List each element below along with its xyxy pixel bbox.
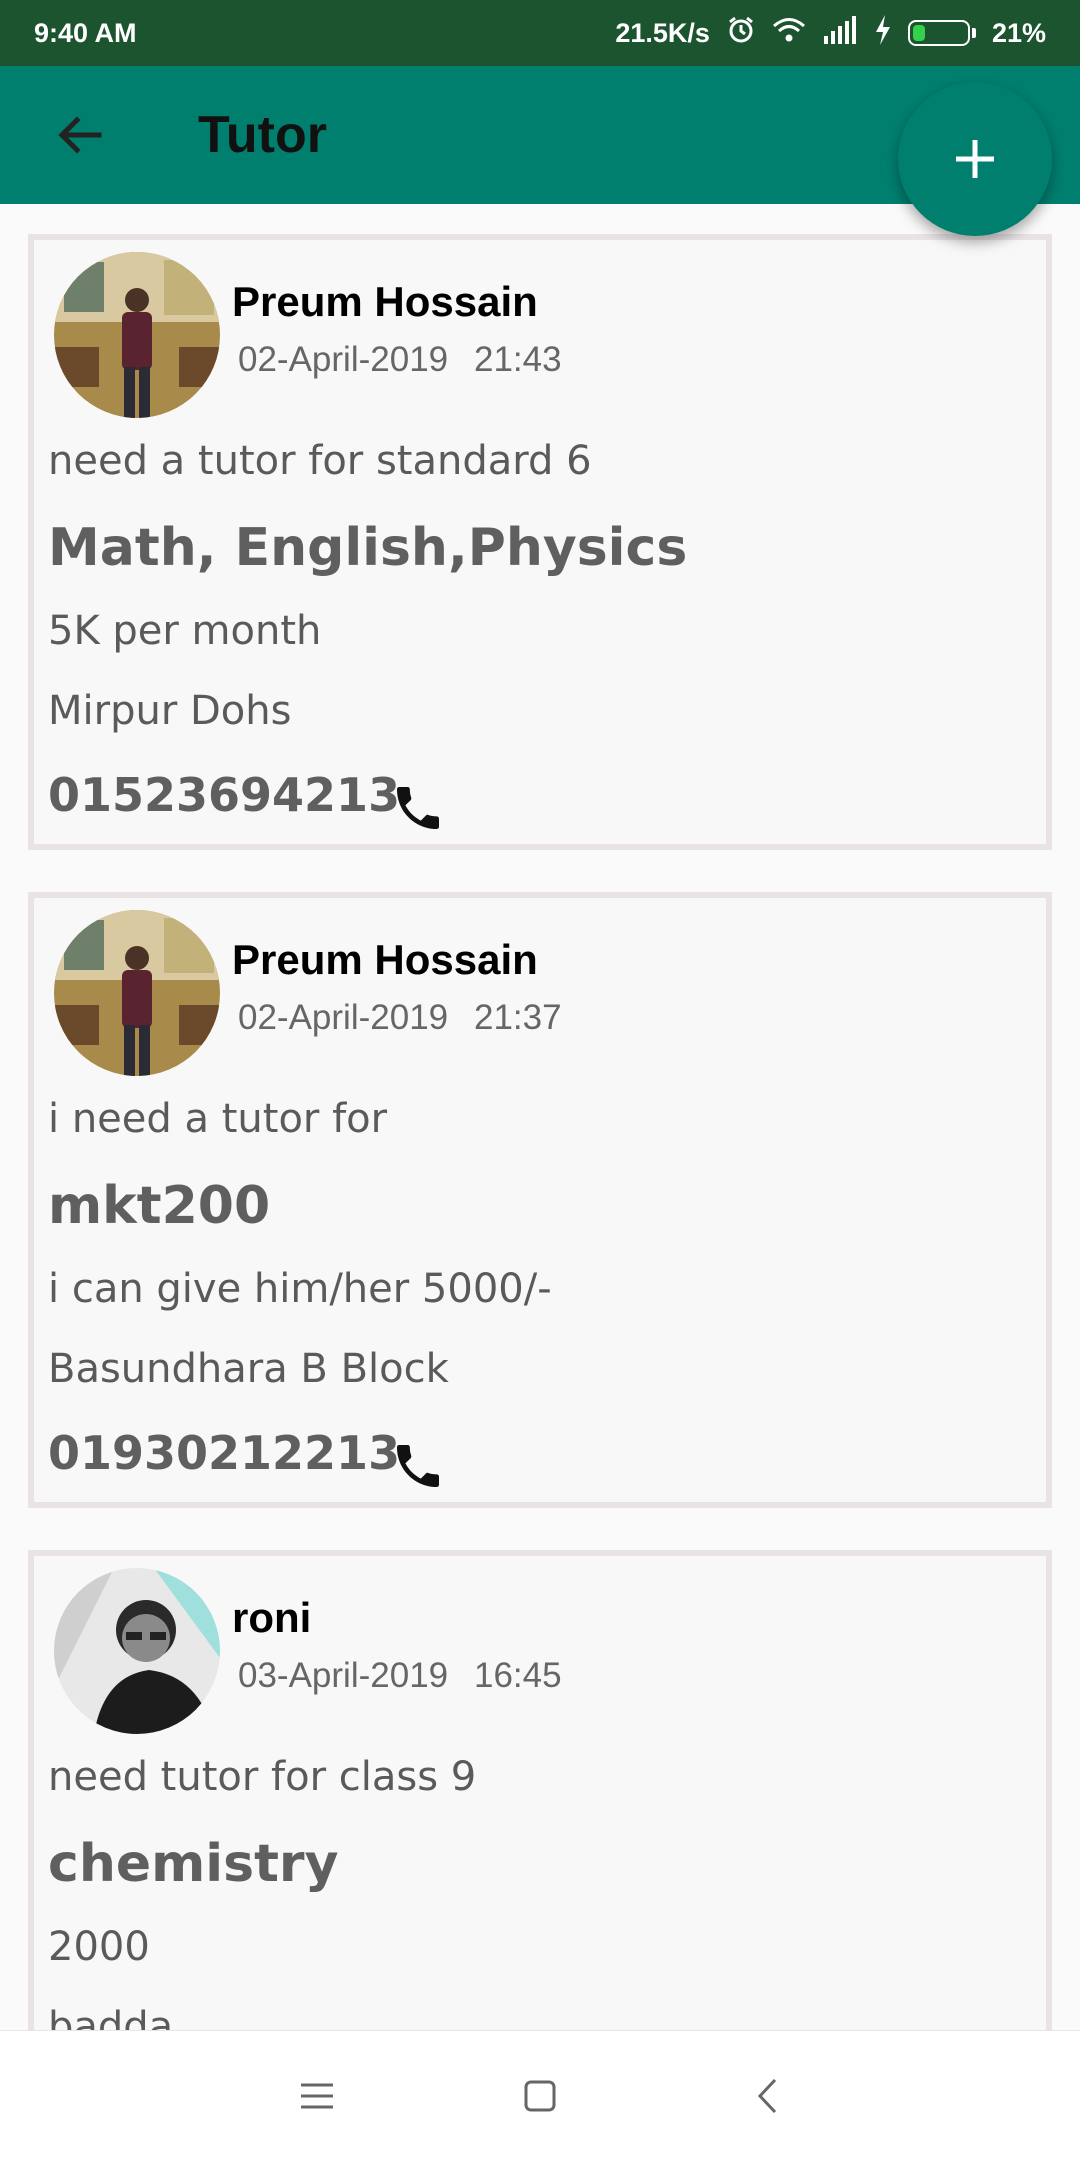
avatar bbox=[54, 910, 220, 1076]
status-bar: 9:40 AM 21.5K/s 21% bbox=[0, 0, 1080, 66]
post-card[interactable]: Preum Hossain 02-April-2019 21:37 i need… bbox=[28, 892, 1052, 1508]
menu-button[interactable] bbox=[282, 2061, 352, 2131]
post-salary: 2000 bbox=[48, 1924, 150, 1970]
post-card[interactable]: Preum Hossain 02-April-2019 21:43 need a… bbox=[28, 234, 1052, 850]
wifi-icon bbox=[772, 16, 806, 51]
post-salary: i can give him/her 5000/- bbox=[48, 1266, 552, 1312]
post-location: badda bbox=[48, 2004, 174, 2030]
post-phone: 01523694213 bbox=[48, 768, 401, 822]
signal-icon bbox=[822, 15, 858, 51]
post-time: 16:45 bbox=[474, 1656, 562, 1695]
status-time: 9:40 AM bbox=[34, 17, 137, 48]
avatar bbox=[54, 1568, 220, 1734]
post-date: 02-April-2019 bbox=[238, 998, 449, 1037]
post-description: need tutor for class 9 bbox=[48, 1754, 477, 1800]
avatar bbox=[54, 252, 220, 418]
back-button[interactable] bbox=[30, 85, 130, 185]
post-description: need a tutor for standard 6 bbox=[48, 438, 592, 484]
post-date: 03-April-2019 bbox=[238, 1656, 449, 1695]
post-location: Basundhara B Block bbox=[48, 1346, 449, 1392]
charging-icon bbox=[874, 14, 892, 52]
post-card[interactable]: roni 03-April-2019 16:45 need tutor for … bbox=[28, 1550, 1052, 2030]
system-nav-bar bbox=[0, 2030, 1080, 2160]
post-time: 21:43 bbox=[474, 340, 562, 379]
post-date: 02-April-2019 bbox=[238, 340, 449, 379]
plus-icon bbox=[956, 140, 994, 178]
network-speed: 21.5K/s bbox=[615, 17, 710, 48]
add-post-button[interactable] bbox=[898, 82, 1052, 236]
status-icons: 21.5K/s 21% bbox=[615, 14, 1046, 52]
post-time: 21:37 bbox=[474, 998, 562, 1037]
tutor-post-list[interactable]: Preum Hossain 02-April-2019 21:43 need a… bbox=[0, 204, 1080, 2030]
home-icon bbox=[524, 2080, 556, 2112]
phone-icon[interactable] bbox=[390, 1438, 446, 1494]
post-subject: chemistry bbox=[48, 1834, 339, 1894]
battery-percent: 21% bbox=[991, 17, 1046, 48]
alarm-icon bbox=[726, 15, 756, 52]
post-salary: 5K per month bbox=[48, 608, 322, 654]
back-icon bbox=[757, 2078, 777, 2114]
post-phone: 01930212213 bbox=[48, 1426, 401, 1480]
post-subject: mkt200 bbox=[48, 1176, 271, 1236]
back-nav-button[interactable] bbox=[732, 2061, 802, 2131]
poster-name: Preum Hossain bbox=[232, 936, 538, 983]
post-location: Mirpur Dohs bbox=[48, 688, 292, 734]
page-title: Tutor bbox=[198, 106, 327, 164]
home-button[interactable] bbox=[505, 2061, 575, 2131]
menu-icon bbox=[301, 2083, 333, 2109]
battery-icon bbox=[907, 20, 976, 46]
post-subject: Math, English,Physics bbox=[48, 518, 688, 578]
back-arrow-icon bbox=[58, 116, 102, 154]
poster-name: Preum Hossain bbox=[232, 278, 538, 325]
poster-name: roni bbox=[232, 1594, 312, 1641]
post-description: i need a tutor for bbox=[48, 1096, 388, 1142]
phone-icon[interactable] bbox=[390, 780, 446, 836]
